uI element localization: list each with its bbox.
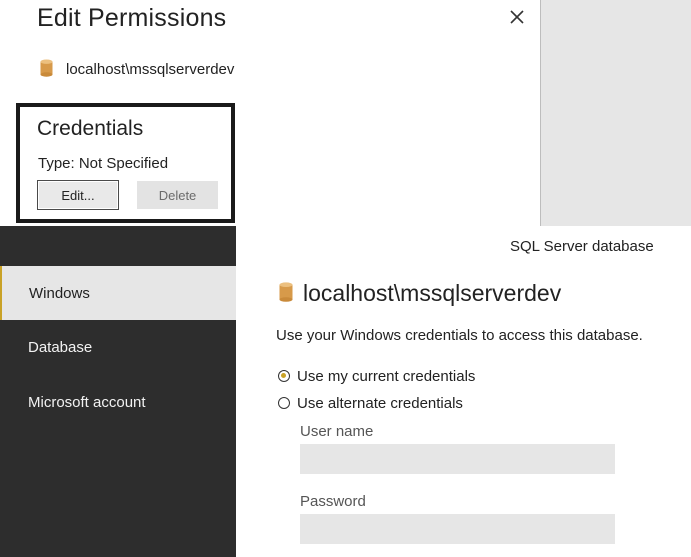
nav-item-database[interactable]: Database <box>28 339 92 356</box>
radio-current-credentials-label[interactable]: Use my current credentials <box>297 368 475 385</box>
nav-item-windows[interactable]: Windows <box>0 266 236 320</box>
credentials-heading: Credentials <box>37 117 144 140</box>
password-input[interactable] <box>300 514 615 544</box>
delete-button[interactable]: Delete <box>137 181 218 209</box>
nav-item-microsoft-account[interactable]: Microsoft account <box>28 394 146 411</box>
background-area <box>540 0 691 226</box>
username-input[interactable] <box>300 444 615 474</box>
database-cylinder-icon <box>279 282 293 302</box>
edit-button[interactable]: Edit... <box>37 180 119 210</box>
radio-current-credentials[interactable] <box>278 370 290 382</box>
password-label: Password <box>300 493 366 510</box>
data-source-name: localhost\mssqlserverdev <box>66 61 235 78</box>
connection-type-label: SQL Server database <box>510 238 654 255</box>
credentials-description: Use your Windows credentials to access t… <box>276 327 643 344</box>
credential-type: Type: Not Specified <box>38 155 169 172</box>
radio-alternate-credentials-label[interactable]: Use alternate credentials <box>297 395 463 412</box>
username-label: User name <box>300 423 374 440</box>
close-icon[interactable] <box>506 6 528 28</box>
data-source-name-large: localhost\mssqlserverdev <box>303 280 562 306</box>
database-cylinder-icon <box>40 59 53 77</box>
radio-alternate-credentials[interactable] <box>278 397 290 409</box>
dialog-title: Edit Permissions <box>37 4 227 32</box>
